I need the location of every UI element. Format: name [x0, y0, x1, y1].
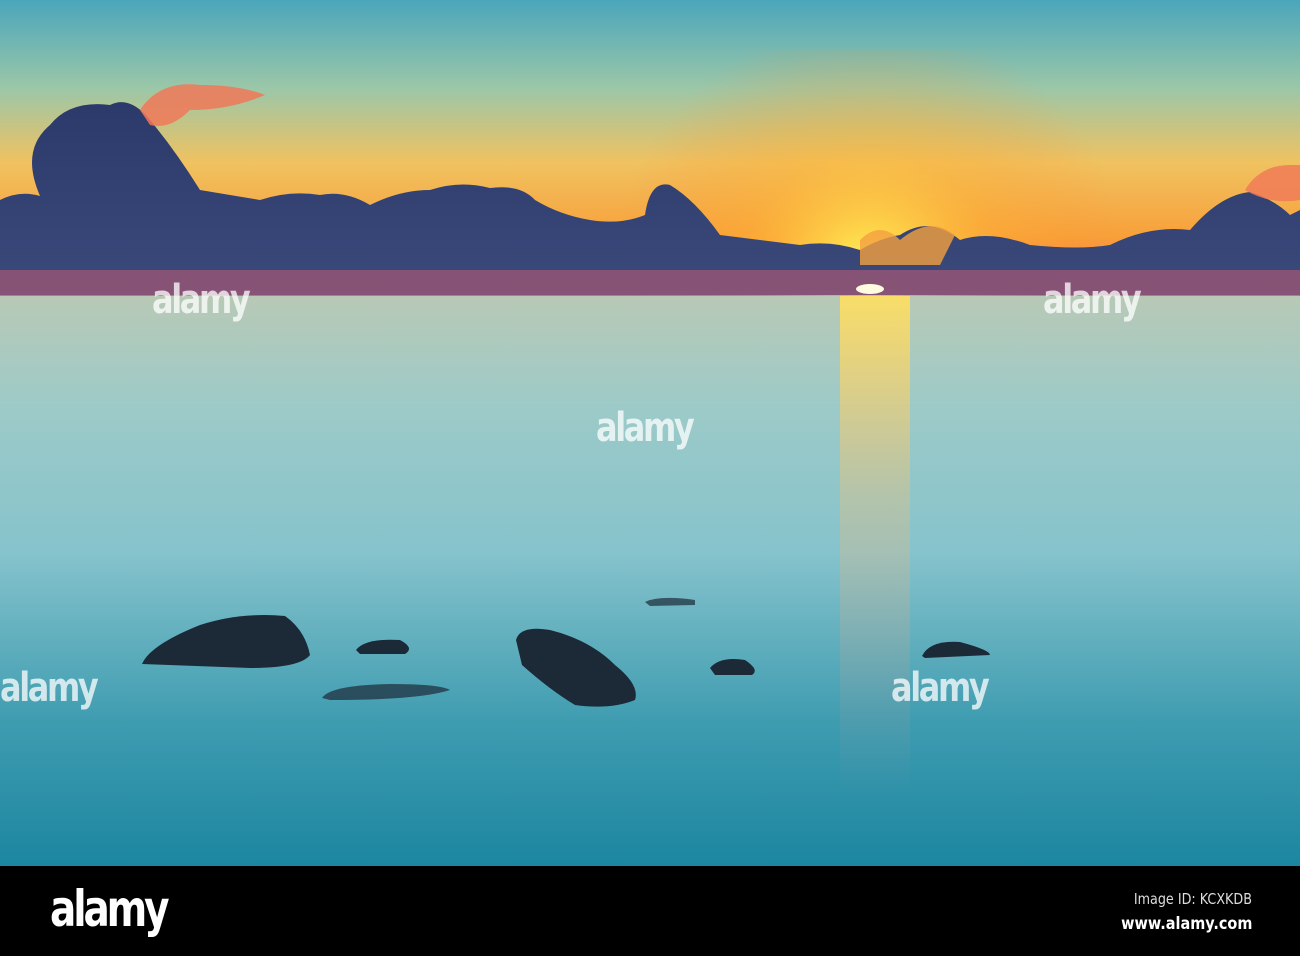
watermark: alamy — [152, 277, 251, 323]
watermark: alamy — [1043, 277, 1142, 323]
sunset-photo: alamy alamy alamy alamy alamy — [0, 0, 1300, 866]
site-url[interactable]: www.alamy.com — [1121, 914, 1252, 934]
alamy-logo: alamy — [50, 880, 170, 938]
watermark: alamy — [596, 405, 695, 451]
sun — [856, 284, 884, 294]
sea — [0, 296, 1300, 866]
watermark: alamy — [0, 665, 99, 711]
footer-bar: alamy Image ID: KCXKDB www.alamy.com — [0, 866, 1300, 956]
image-id: Image ID: KCXKDB — [1133, 890, 1252, 908]
watermark: alamy — [891, 665, 990, 711]
sun-reflection — [840, 296, 910, 796]
